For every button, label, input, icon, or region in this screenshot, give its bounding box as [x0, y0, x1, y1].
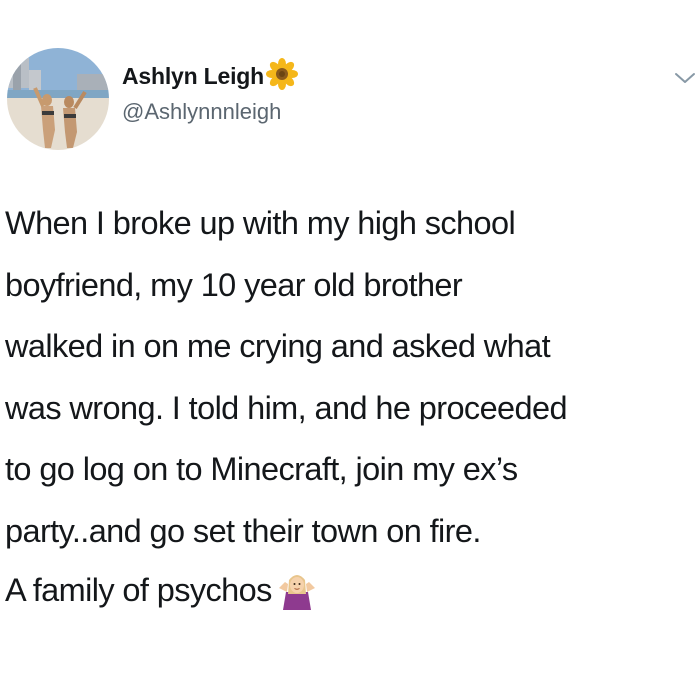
person-shrugging-icon	[277, 570, 317, 610]
tweet-text-line: to go log on to Minecraft, join my ex’s	[5, 451, 518, 487]
display-name[interactable]: Ashlyn Leigh	[122, 63, 264, 89]
user-handle[interactable]: @Ashlynnnleigh	[122, 99, 281, 125]
tweet-text-line: boyfriend, my 10 year old brother	[5, 266, 463, 303]
tweet-text-line: was wrong. I told him, and he proceeded	[5, 389, 568, 426]
tweet-text-line: walked in on me crying and asked what	[5, 328, 551, 364]
tweet-text: When I broke up with my high school boyf…	[5, 193, 697, 562]
sunflower-icon	[266, 58, 299, 90]
avatar[interactable]	[7, 48, 109, 150]
tweet-text-line: party..and go set their town on fire.	[5, 512, 481, 549]
name-row: Ashlyn Leigh	[122, 58, 299, 90]
tweet-card: Ashlyn Leigh @Ashlynnnleigh When I broke…	[0, 0, 700, 700]
tweet-text-line: When I broke up with my high school	[5, 205, 516, 241]
tweet-closing: A family of psychos	[5, 565, 317, 615]
chevron-down-icon[interactable]	[673, 69, 697, 87]
tweet-closing-text: A family of psychos	[5, 572, 272, 608]
